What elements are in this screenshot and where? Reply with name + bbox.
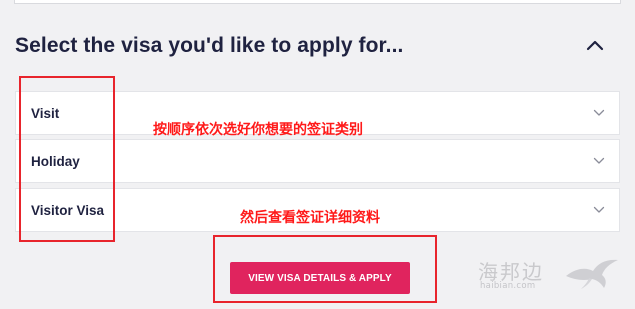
previous-section-edge	[14, 0, 621, 4]
visa-option-label: Holiday	[31, 154, 80, 169]
watermark-bird-icon	[566, 259, 618, 289]
visa-option-holiday[interactable]: Holiday	[15, 139, 620, 183]
visa-section-header[interactable]: Select the visa you'd like to apply for.…	[15, 34, 620, 62]
chevron-down-icon[interactable]	[593, 109, 605, 117]
visa-option-label: Visitor Visa	[31, 203, 105, 218]
section-title: Select the visa you'd like to apply for.…	[15, 34, 404, 57]
watermark-en-text: haibian.com	[480, 281, 536, 291]
chevron-up-icon[interactable]	[586, 39, 604, 51]
visa-option-visit[interactable]: Visit	[15, 91, 620, 135]
watermark: 海邦边 haibian.com	[478, 254, 628, 294]
visa-selection-page: Select the visa you'd like to apply for.…	[0, 0, 635, 309]
watermark-cn-text: 海邦边	[478, 260, 544, 284]
visa-option-visitor-visa[interactable]: Visitor Visa	[15, 188, 620, 232]
chevron-down-icon[interactable]	[593, 157, 605, 165]
chevron-down-icon[interactable]	[593, 206, 605, 214]
view-visa-details-apply-button[interactable]: VIEW VISA DETAILS & APPLY	[230, 262, 410, 294]
visa-option-label: Visit	[31, 106, 60, 121]
